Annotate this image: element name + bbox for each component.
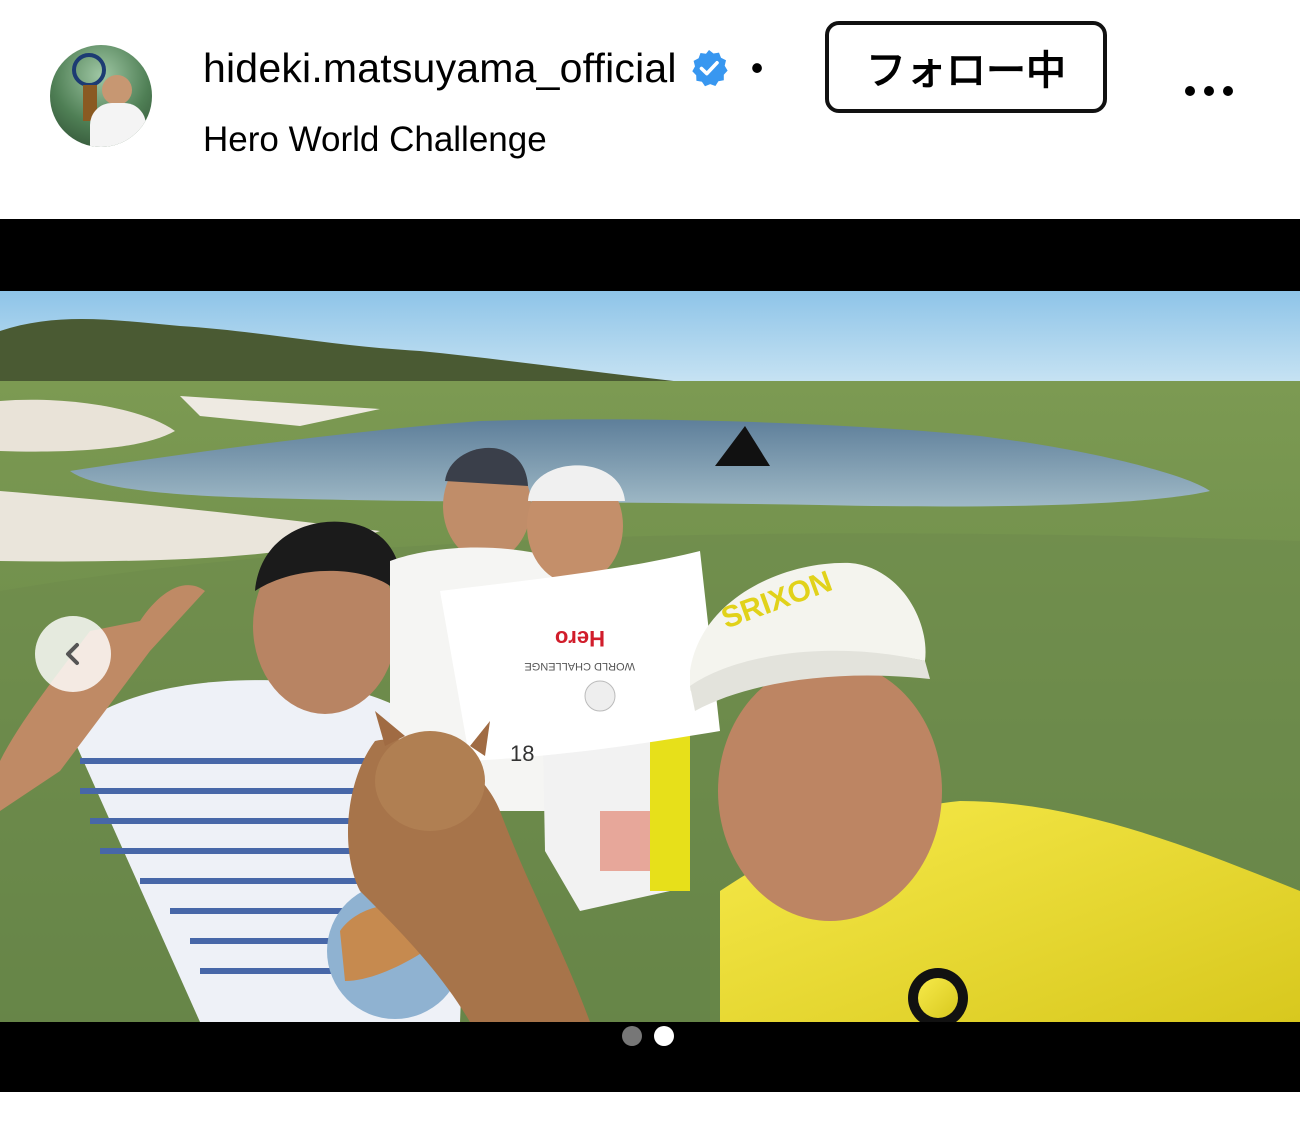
chevron-left-icon [66,643,79,665]
profile-avatar[interactable] [50,45,152,147]
location-link[interactable]: Hero World Challenge [203,120,547,160]
carousel-dot-2[interactable] [654,1026,674,1046]
post-photo: Hero WORLD CHALLENGE 18 SRIXON [0,291,1300,1022]
carousel-prev-button[interactable] [35,616,111,692]
more-options-icon[interactable] [1185,86,1233,96]
photo-illustration: Hero WORLD CHALLENGE 18 SRIXON [0,291,1300,1022]
separator-dot: • [750,47,764,88]
username-row: hideki.matsuyama_official • [203,40,763,96]
post-header: hideki.matsuyama_official • フォロー中 Hero W… [0,0,1300,219]
flag-event-text: WORLD CHALLENGE [524,660,635,672]
verified-badge-icon [692,50,728,87]
avatar-trophy [72,53,106,87]
carousel-dot-1[interactable] [622,1026,642,1046]
flag-brand-text: Hero [555,626,605,651]
media-carousel[interactable]: Hero WORLD CHALLENGE 18 SRIXON [0,219,1300,1092]
username-link[interactable]: hideki.matsuyama_official [203,45,677,92]
carousel-pagination [622,1026,674,1046]
following-button[interactable]: フォロー中 [825,21,1107,113]
flag-number-text: 18 [510,741,534,766]
